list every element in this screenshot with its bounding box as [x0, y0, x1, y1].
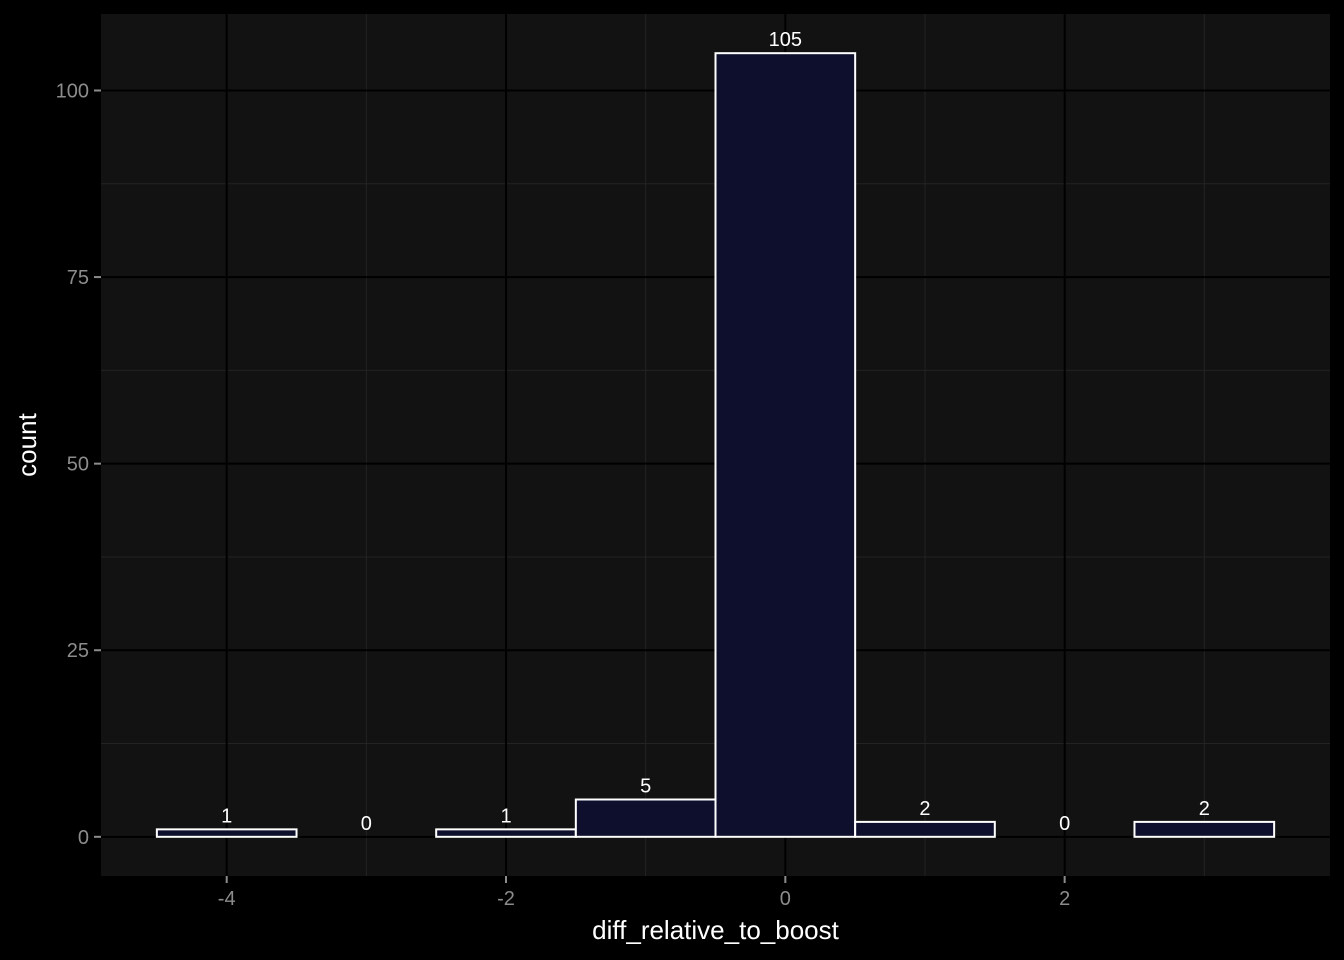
- histogram-chart: 1 0 1 5 105 2 0 2 0 25 50 75 100 -4 -2 0 2 diff_relati…: [0, 0, 1344, 960]
- bar-count-label: 1: [221, 805, 232, 827]
- bar-count-label: 0: [361, 813, 372, 835]
- bar-count-label: 0: [1059, 813, 1070, 835]
- x-tick-label: -2: [497, 888, 515, 910]
- y-tick-label: 100: [56, 80, 89, 102]
- bar-count-label: 1: [500, 805, 511, 827]
- y-tick-label: 0: [78, 827, 89, 849]
- histogram-bar: [1133, 820, 1276, 838]
- histogram-bar: [854, 820, 996, 838]
- bar-count-label: 2: [1199, 798, 1210, 820]
- histogram-bar: [435, 828, 577, 838]
- histogram-bar: [574, 798, 717, 838]
- x-tick-label: 2: [1059, 888, 1070, 910]
- y-tick-label: 75: [67, 267, 89, 289]
- y-tick-label: 25: [67, 640, 89, 662]
- histogram-bar: [714, 52, 857, 838]
- x-tick-label: -4: [218, 888, 236, 910]
- histogram-bar: [155, 828, 298, 838]
- bar-count-label: 2: [919, 798, 930, 820]
- bar-count-label: 105: [769, 29, 802, 51]
- y-tick-label: 50: [67, 454, 89, 476]
- x-tick-label: 0: [780, 888, 791, 910]
- y-axis-title: count: [12, 412, 42, 476]
- x-axis-title: diff_relative_to_boost: [592, 915, 839, 945]
- bar-count-label: 5: [640, 776, 651, 798]
